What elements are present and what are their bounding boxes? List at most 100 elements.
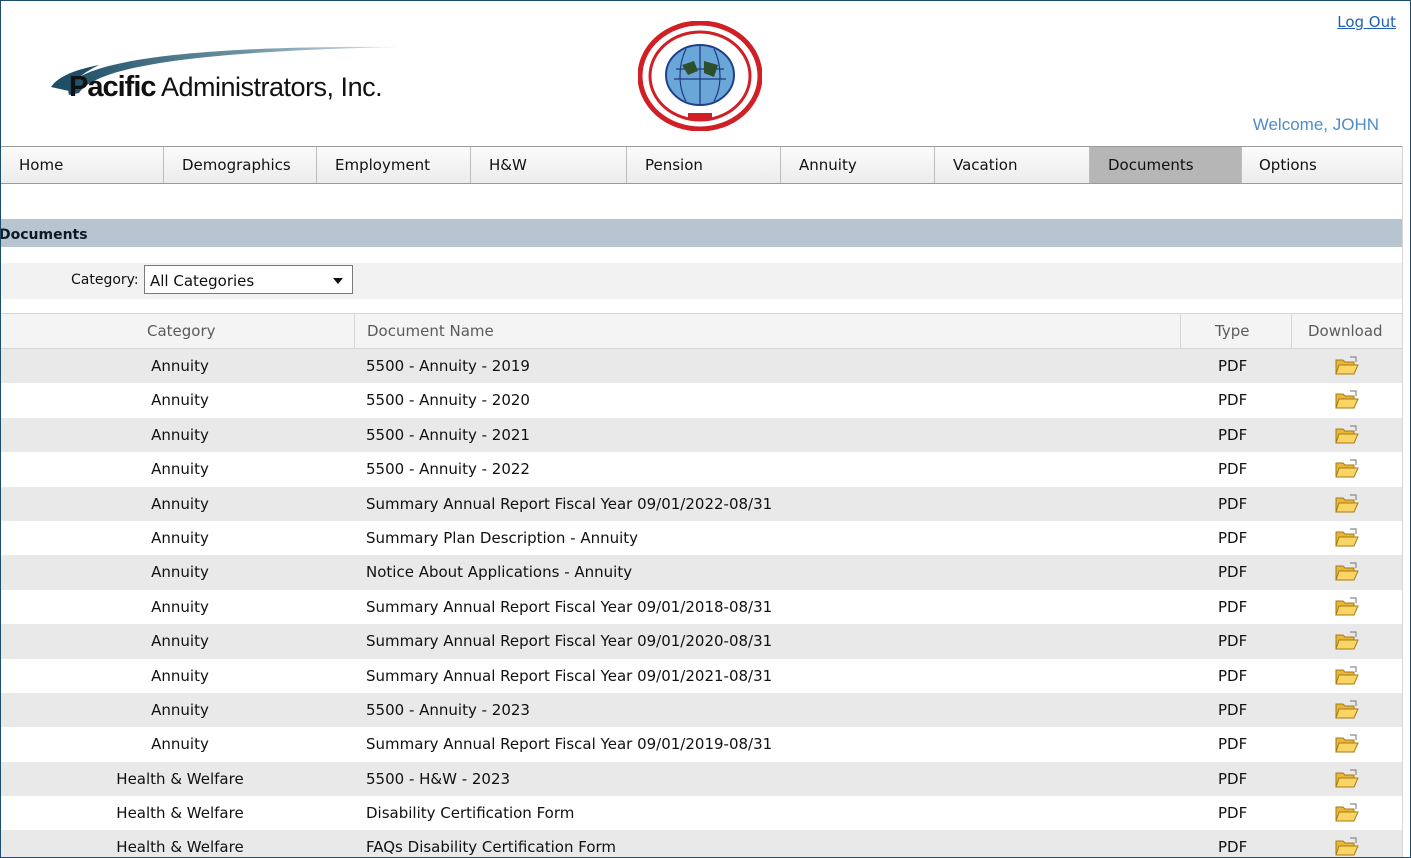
documents-table: Category Document Name Type Download Ann… xyxy=(1,313,1404,858)
type-cell: PDF xyxy=(1218,769,1248,788)
category-cell: Annuity xyxy=(151,357,209,375)
category-cell: Annuity xyxy=(151,597,209,616)
table-row: Health & Welfare 5500 - H&W - 2023 PDF xyxy=(1,761,1404,797)
type-cell: PDF xyxy=(1218,632,1248,651)
table-row: Annuity Summary Annual Report Fiscal Yea… xyxy=(1,727,1404,762)
category-cell: Annuity xyxy=(151,632,209,651)
type-cell: PDF xyxy=(1218,460,1248,479)
open-folder-icon[interactable] xyxy=(1334,561,1360,583)
document-name-cell[interactable]: Notice About Applications - Annuity xyxy=(366,563,632,581)
document-name-cell[interactable]: Summary Plan Description - Annuity xyxy=(366,529,638,547)
category-cell: Annuity xyxy=(151,735,209,754)
category-cell: Annuity xyxy=(151,391,209,410)
nav-options[interactable]: Options xyxy=(1242,147,1410,183)
nav-demographics[interactable]: Demographics xyxy=(164,147,317,183)
type-cell: PDF xyxy=(1218,357,1248,375)
document-name-cell[interactable]: 5500 - Annuity - 2019 xyxy=(366,357,530,375)
open-folder-icon[interactable] xyxy=(1334,665,1360,687)
type-cell: PDF xyxy=(1218,838,1248,857)
document-name-cell[interactable]: Summary Annual Report Fiscal Year 09/01/… xyxy=(366,735,772,753)
nav-employment[interactable]: Employment xyxy=(317,147,471,183)
table-row: Health & Welfare FAQs Disability Certifi… xyxy=(1,830,1404,858)
type-cell: PDF xyxy=(1218,425,1248,444)
open-folder-icon[interactable] xyxy=(1334,699,1360,721)
open-folder-icon[interactable] xyxy=(1334,424,1360,446)
document-name-cell[interactable]: FAQs Disability Certification Form xyxy=(366,838,616,856)
nav-vacation[interactable]: Vacation xyxy=(935,147,1090,183)
column-header-type[interactable]: Type xyxy=(1215,322,1249,340)
caret-down-icon xyxy=(333,278,343,284)
open-folder-icon[interactable] xyxy=(1334,630,1360,652)
table-row: Annuity Summary Plan Description - Annui… xyxy=(1,520,1404,556)
nav-hw[interactable]: H&W xyxy=(471,147,627,183)
category-cell: Health & Welfare xyxy=(116,838,244,857)
category-cell: Health & Welfare xyxy=(116,804,244,823)
open-folder-icon[interactable] xyxy=(1334,527,1360,549)
category-cell: Annuity xyxy=(151,563,209,582)
category-label: Category: xyxy=(71,272,139,288)
category-filter: Category: All Categories xyxy=(1,263,1410,299)
document-name-cell[interactable]: Summary Annual Report Fiscal Year 09/01/… xyxy=(366,598,772,616)
document-name-cell[interactable]: 5500 - Annuity - 2021 xyxy=(366,426,530,444)
open-folder-icon[interactable] xyxy=(1334,493,1360,515)
welcome-message: Welcome, JOHN xyxy=(1252,115,1379,134)
column-header-document-name[interactable]: Document Name xyxy=(367,322,494,340)
document-name-cell[interactable]: 5500 - Annuity - 2022 xyxy=(366,460,530,478)
nav-annuity[interactable]: Annuity xyxy=(781,147,935,183)
table-row: Annuity Summary Annual Report Fiscal Yea… xyxy=(1,589,1404,625)
table-row: Annuity Notice About Applications - Annu… xyxy=(1,555,1404,590)
nav-documents[interactable]: Documents xyxy=(1090,147,1242,183)
open-folder-icon[interactable] xyxy=(1334,389,1360,411)
scrollbar[interactable] xyxy=(1402,146,1410,857)
category-cell: Health & Welfare xyxy=(116,769,244,788)
table-row: Annuity 5500 - Annuity - 2023 PDF xyxy=(1,692,1404,728)
page-header: Pacific Administrators, Inc. Log Out Wel… xyxy=(1,1,1410,146)
document-name-cell[interactable]: 5500 - Annuity - 2020 xyxy=(366,391,530,409)
category-cell: Annuity xyxy=(151,460,209,479)
document-name-cell[interactable]: 5500 - H&W - 2023 xyxy=(366,770,510,788)
type-cell: PDF xyxy=(1218,666,1248,685)
document-name-cell[interactable]: Summary Annual Report Fiscal Year 09/01/… xyxy=(366,632,772,650)
company-logo-text: Pacific Administrators, Inc. xyxy=(69,71,383,103)
logout-link[interactable]: Log Out xyxy=(1337,13,1396,31)
category-cell: Annuity xyxy=(151,425,209,444)
open-folder-icon[interactable] xyxy=(1334,458,1360,480)
open-folder-icon[interactable] xyxy=(1334,802,1360,824)
type-cell: PDF xyxy=(1218,700,1248,719)
category-cell: Annuity xyxy=(151,666,209,685)
table-row: Annuity Summary Annual Report Fiscal Yea… xyxy=(1,658,1404,693)
column-header-category[interactable]: Category xyxy=(147,322,216,340)
open-folder-icon[interactable] xyxy=(1334,768,1360,790)
open-folder-icon[interactable] xyxy=(1334,355,1360,377)
table-row: Annuity 5500 - Annuity - 2019 PDF xyxy=(1,349,1404,384)
column-divider xyxy=(1180,314,1181,348)
table-row: Health & Welfare Disability Certificatio… xyxy=(1,796,1404,831)
document-name-cell[interactable]: Summary Annual Report Fiscal Year 09/01/… xyxy=(366,495,772,513)
column-header-download[interactable]: Download xyxy=(1308,322,1383,340)
type-cell: PDF xyxy=(1218,563,1248,582)
table-body: Annuity 5500 - Annuity - 2019 PDF Annuit… xyxy=(1,349,1404,858)
type-cell: PDF xyxy=(1218,528,1248,547)
column-divider xyxy=(354,314,355,348)
document-name-cell[interactable]: 5500 - Annuity - 2023 xyxy=(366,701,530,719)
document-name-cell[interactable]: Summary Annual Report Fiscal Year 09/01/… xyxy=(366,667,772,685)
document-name-cell[interactable]: Disability Certification Form xyxy=(366,804,574,822)
app-window: Pacific Administrators, Inc. Log Out Wel… xyxy=(0,0,1411,858)
open-folder-icon[interactable] xyxy=(1334,733,1360,755)
category-select-value: All Categories xyxy=(150,272,255,290)
open-folder-icon[interactable] xyxy=(1334,596,1360,618)
category-select[interactable]: All Categories xyxy=(144,265,353,294)
section-title: Documents xyxy=(0,227,88,243)
nav-home[interactable]: Home xyxy=(1,147,164,183)
union-seal-icon xyxy=(638,21,762,131)
nav-pension[interactable]: Pension xyxy=(627,147,781,183)
column-divider xyxy=(1291,314,1292,348)
type-cell: PDF xyxy=(1218,804,1248,823)
table-header: Category Document Name Type Download xyxy=(1,313,1404,349)
table-row: Annuity Summary Annual Report Fiscal Yea… xyxy=(1,486,1404,521)
open-folder-icon[interactable] xyxy=(1334,836,1360,858)
table-row: Annuity 5500 - Annuity - 2020 PDF xyxy=(1,383,1404,418)
type-cell: PDF xyxy=(1218,494,1248,513)
category-cell: Annuity xyxy=(151,700,209,719)
type-cell: PDF xyxy=(1218,735,1248,754)
